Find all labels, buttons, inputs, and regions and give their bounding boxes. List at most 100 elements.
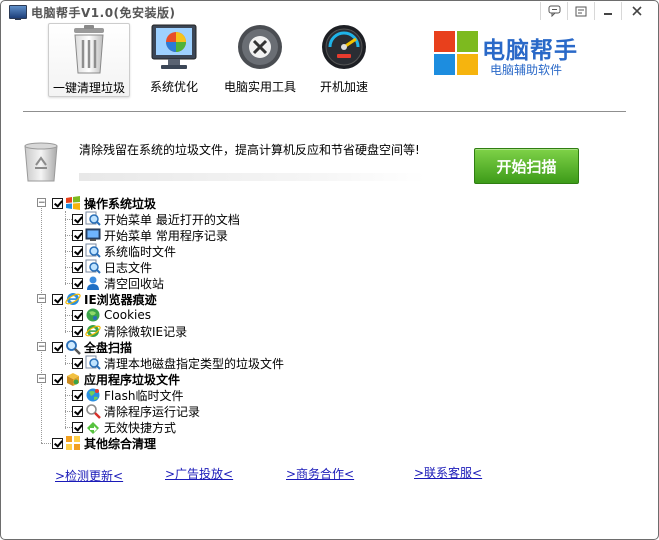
tree-line	[65, 387, 66, 429]
magnifier-icon	[85, 211, 101, 226]
description-underline	[79, 173, 425, 181]
tree-line	[65, 219, 72, 220]
tab-pc-tools[interactable]: 电脑实用工具	[219, 23, 301, 95]
ad-placement-link[interactable]: >广告投放<	[165, 465, 233, 482]
app-monitor-icon	[9, 5, 27, 20]
minimize-button[interactable]	[594, 2, 621, 20]
tree-item-label: 清除程序运行记录	[104, 404, 201, 419]
user-icon	[87, 276, 99, 290]
tree-item[interactable]: Flash临时文件	[72, 387, 183, 403]
checkbox[interactable]	[72, 309, 83, 321]
tree-group-label: 操作系统垃圾	[84, 196, 157, 211]
magnifier-icon	[85, 243, 101, 258]
checkbox[interactable]	[52, 373, 63, 385]
magnifier-icon	[85, 355, 101, 370]
tree-group-label: 其他综合清理	[84, 436, 157, 451]
checkbox[interactable]	[72, 261, 83, 273]
tree-item-label: 系统临时文件	[104, 244, 177, 259]
tree-item[interactable]: 清空回收站	[72, 275, 164, 291]
tree-item[interactable]: 系统临时文件	[72, 243, 176, 259]
checkbox[interactable]	[72, 405, 83, 417]
tree-group-label: 全盘扫描	[84, 340, 133, 355]
checkbox[interactable]	[72, 245, 83, 257]
app-box-icon	[67, 373, 79, 386]
tree-item[interactable]: 开始菜单 常用程序记录	[72, 227, 228, 243]
tree-expander[interactable]: −	[37, 374, 46, 384]
brand-name: 电脑帮手	[482, 38, 578, 64]
tree-item[interactable]: 开始菜单 最近打开的文档	[72, 211, 240, 227]
ie-icon	[65, 293, 81, 305]
tree-line	[65, 315, 72, 316]
minimize-icon	[604, 13, 612, 15]
tree-line	[65, 251, 72, 252]
title-bar[interactable]: 电脑帮手V1.0(免安装版)	[1, 1, 658, 23]
tab-one-click-clean[interactable]: 一键清理垃圾	[48, 23, 130, 97]
tree-line	[41, 203, 42, 443]
check-update-link[interactable]: >检测更新<	[55, 467, 123, 484]
tab-label: 系统优化	[149, 80, 198, 94]
tree-group-ie-traces[interactable]: IE浏览器痕迹	[52, 291, 157, 307]
contact-support-link[interactable]: >联系客服<	[414, 464, 482, 481]
toolbar-divider	[23, 111, 626, 112]
main-window: 电脑帮手V1.0(免安装版) 一键清理垃圾 系统优化 电脑实用工具 开机加速 电…	[0, 0, 659, 540]
tree-line	[65, 411, 72, 412]
checkbox[interactable]	[52, 437, 63, 449]
windows-flag-icon	[66, 196, 80, 210]
checkbox[interactable]	[72, 229, 83, 241]
tree-item-label: 日志文件	[104, 260, 153, 275]
speedometer-icon	[322, 25, 366, 69]
tree-group-label: 应用程序垃圾文件	[84, 372, 181, 387]
tab-label: 电脑实用工具	[223, 80, 296, 94]
windows-logo-icon	[434, 31, 478, 75]
tree-item[interactable]: Cookies	[72, 307, 151, 323]
checkbox[interactable]	[72, 325, 83, 337]
tree-item-label: Cookies	[104, 308, 151, 322]
tree-line	[41, 443, 51, 444]
grid-icon	[66, 436, 80, 450]
business-cooperation-link[interactable]: >商务合作<	[286, 465, 354, 482]
checkbox[interactable]	[52, 293, 63, 305]
tree-group-full-scan[interactable]: 全盘扫描	[52, 339, 132, 355]
tree-item[interactable]: 清除微软IE记录	[72, 323, 187, 339]
feedback-button[interactable]	[540, 2, 567, 20]
tree-group-os-junk[interactable]: 操作系统垃圾	[52, 195, 156, 211]
tree-item-label: 清除微软IE记录	[104, 324, 188, 339]
checkbox[interactable]	[72, 213, 83, 225]
tab-label: 一键清理垃圾	[52, 81, 125, 95]
tree-expander[interactable]: −	[37, 198, 46, 208]
tree-group-label: IE浏览器痕迹	[84, 292, 157, 307]
description-text: 清除残留在系统的垃圾文件，提高计算机反应和节省硬盘空间等!	[79, 143, 420, 157]
monitor-small-icon	[85, 228, 101, 241]
start-scan-button[interactable]: 开始扫描	[474, 148, 579, 184]
tree-item[interactable]: 清除程序运行记录	[72, 403, 200, 419]
trash-can-icon	[74, 25, 104, 74]
tree-item[interactable]: 清理本地磁盘指定类型的垃圾文件	[72, 355, 284, 371]
globe-icon	[86, 388, 100, 402]
tree-line	[65, 395, 72, 396]
checkbox[interactable]	[72, 277, 83, 289]
tree-line	[65, 211, 66, 285]
skin-button[interactable]	[567, 2, 594, 20]
monitor-icon	[151, 24, 197, 69]
tree-group-app-junk[interactable]: 应用程序垃圾文件	[52, 371, 180, 387]
tree-item[interactable]: 日志文件	[72, 259, 152, 275]
checkbox[interactable]	[52, 197, 63, 209]
checkbox[interactable]	[72, 357, 83, 369]
checkbox[interactable]	[72, 421, 83, 433]
window-title: 电脑帮手V1.0(免安装版)	[31, 6, 176, 20]
tab-system-optimize[interactable]: 系统优化	[134, 23, 214, 95]
close-icon	[632, 6, 642, 16]
ie-icon	[85, 325, 101, 337]
cookie-globe-icon	[86, 308, 100, 322]
search-red-icon	[86, 404, 101, 419]
tree-expander[interactable]: −	[37, 342, 46, 352]
tab-boot-speedup[interactable]: 开机加速	[304, 23, 384, 95]
skin-icon	[575, 6, 587, 16]
tools-icon	[238, 25, 282, 69]
close-button[interactable]	[621, 2, 652, 20]
checkbox[interactable]	[72, 389, 83, 401]
tree-item[interactable]: 无效快捷方式	[72, 419, 176, 435]
tree-expander[interactable]: −	[37, 294, 46, 304]
checkbox[interactable]	[52, 341, 63, 353]
tree-group-other-clean[interactable]: 其他综合清理	[52, 435, 156, 451]
